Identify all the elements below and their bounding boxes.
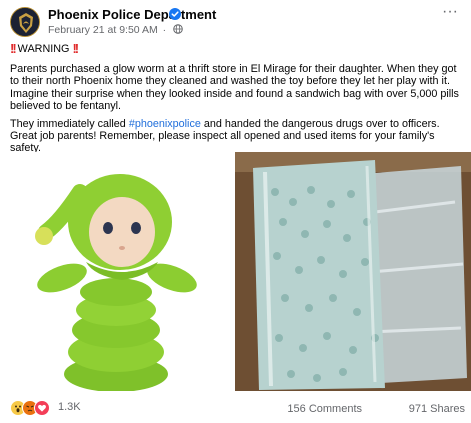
warning-marks-right: !! [72, 41, 79, 56]
facebook-post: Phoenix Police Department February 21 at… [0, 0, 471, 423]
post-paragraph-2: They immediately called #phoenixpolice a… [10, 118, 462, 155]
post-header: Phoenix Police Department February 21 at… [10, 4, 465, 40]
globe-icon [173, 24, 183, 34]
warning-label: WARNING [17, 43, 70, 55]
paragraph-2-start: They immediately called [10, 118, 129, 131]
more-options-button[interactable]: ··· [439, 4, 461, 24]
warning-marks-left: !! [10, 41, 17, 56]
verified-badge-icon [169, 8, 181, 20]
post-meta: February 21 at 9:50 AM · [48, 24, 183, 36]
post-photos [0, 152, 471, 391]
bag-of-pills-photo[interactable] [235, 152, 471, 391]
love-reaction-icon [34, 400, 50, 416]
hashtag-link[interactable]: #phoenixpolice [129, 118, 201, 130]
shares-count-link[interactable]: 971 Shares [409, 403, 465, 415]
meta-separator: · [162, 24, 167, 36]
reaction-count[interactable]: 1.3K [58, 401, 81, 413]
page-name-link[interactable]: Phoenix Police Department [48, 7, 216, 22]
comments-count-link[interactable]: 156 Comments [287, 403, 362, 415]
warning-line: !! WARNING !! [10, 41, 462, 56]
reaction-icons[interactable] [10, 400, 56, 416]
post-timestamp[interactable]: February 21 at 9:50 AM [48, 24, 158, 36]
page-avatar[interactable] [10, 7, 40, 37]
post-footer: 1.3K 156 Comments 971 Shares [10, 398, 465, 418]
post-paragraph-1: Parents purchased a glow worm at a thrif… [10, 63, 459, 112]
glow-worm-toy-photo[interactable] [0, 152, 233, 391]
post-text: !! WARNING !! Parents purchased a glow w… [10, 41, 462, 161]
